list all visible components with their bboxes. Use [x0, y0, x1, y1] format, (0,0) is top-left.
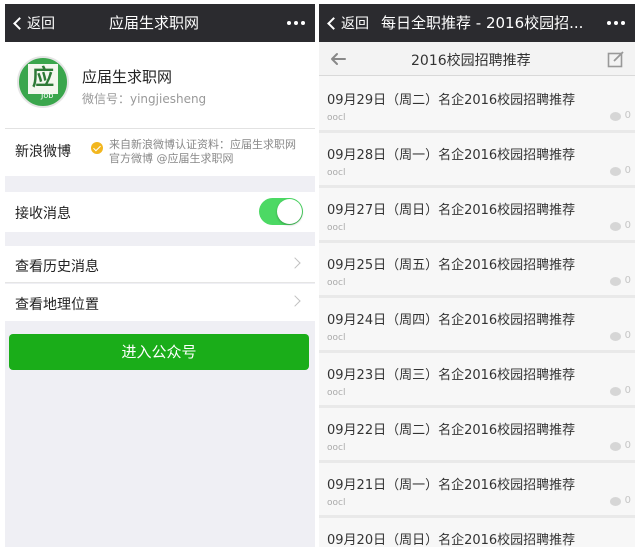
navbar: 返回 每日全职推荐 - 2016校园招...	[319, 4, 635, 42]
chevron-right-icon	[289, 257, 301, 269]
comment-icon	[610, 497, 621, 506]
article-title: 09月22日（周二）名企2016校园招聘推荐	[327, 423, 576, 438]
account-name: 应届生求职网	[82, 68, 173, 86]
article-title: 09月29日（周二）名企2016校园招聘推荐	[327, 93, 576, 108]
page-title: 每日全职推荐 - 2016校园招...	[381, 14, 584, 32]
list-item[interactable]: 09月23日（周三）名企2016校园招聘推荐 oocl 0	[319, 356, 635, 408]
list-item[interactable]: 09月27日（周日）名企2016校园招聘推荐 oocl 0	[319, 191, 635, 243]
article-source: oocl	[327, 498, 346, 508]
toggle-knob	[277, 199, 302, 224]
article-source: oocl	[327, 113, 346, 123]
comment-count: 0	[624, 275, 631, 286]
back-label: 返回	[27, 16, 55, 32]
article-source: oocl	[327, 443, 346, 453]
wechat-id: 微信号：yingjiesheng	[82, 92, 207, 106]
back-button[interactable]: 返回	[11, 4, 55, 42]
back-label: 返回	[341, 16, 369, 32]
comment-count: 0	[624, 385, 631, 396]
list-item[interactable]: 09月25日（周五）名企2016校园招聘推荐 oocl 0	[319, 246, 635, 298]
comment-count: 0	[624, 165, 631, 176]
article-title: 09月20日（周日）名企2016校园招聘推荐	[327, 533, 576, 547]
sub-toolbar: 2016校园招聘推荐	[319, 42, 635, 76]
comment-icon	[610, 332, 621, 341]
page-title: 应届生求职网	[109, 14, 200, 32]
list-item[interactable]: 09月21日（周一）名企2016校园招聘推荐 oocl 0	[319, 466, 635, 518]
weibo-row[interactable]: 新浪微博 来自新浪微博认证资料：应届生求职网官方微博 @应届生求职网	[5, 128, 315, 176]
weibo-description: 来自新浪微博认证资料：应届生求职网官方微博 @应届生求职网	[109, 138, 296, 165]
comment-icon	[610, 167, 621, 176]
weibo-label: 新浪微博	[15, 144, 71, 160]
article-source: oocl	[327, 388, 346, 398]
article-title: 09月25日（周五）名企2016校园招聘推荐	[327, 258, 576, 273]
list-item[interactable]: 09月28日（周一）名企2016校园招聘推荐 oocl 0	[319, 136, 635, 188]
back-arrow-icon[interactable]	[329, 50, 347, 68]
comment-icon	[610, 387, 621, 396]
article-title: 09月23日（周三）名企2016校园招聘推荐	[327, 368, 576, 383]
comment-icon	[610, 442, 621, 451]
list-item[interactable]: 09月24日（周四）名企2016校园招聘推荐 oocl 0	[319, 301, 635, 353]
list-item[interactable]: 09月20日（周日）名企2016校园招聘推荐	[319, 521, 635, 547]
comment-count: 0	[624, 440, 631, 451]
article-source: oocl	[327, 223, 346, 233]
article-title: 09月27日（周日）名企2016校园招聘推荐	[327, 203, 576, 218]
navbar: 返回 应届生求职网	[5, 4, 315, 42]
comment-count: 0	[624, 110, 631, 121]
list-item[interactable]: 09月29日（周二）名企2016校园招聘推荐 oocl 0	[319, 81, 635, 133]
official-account-profile-panel: 返回 应届生求职网 应 Job 应届生求职网 微信号：yingjiesheng …	[5, 4, 315, 547]
section-title: 2016校园招聘推荐	[411, 53, 531, 69]
article-title: 09月21日（周一）名企2016校园招聘推荐	[327, 478, 576, 493]
comment-icon	[610, 112, 621, 121]
comment-count: 0	[624, 330, 631, 341]
view-location-row[interactable]: 查看地理位置	[5, 284, 315, 321]
article-source: oocl	[327, 168, 346, 178]
back-chevron-icon	[13, 16, 26, 30]
comment-icon	[610, 222, 621, 231]
avatar-glyph: 应	[28, 64, 58, 94]
more-dots-icon[interactable]	[287, 21, 305, 25]
avatar-tag: Job	[41, 91, 54, 100]
enter-account-button[interactable]: 进入公众号	[9, 334, 309, 370]
comment-count: 0	[624, 220, 631, 231]
view-history-label: 查看历史消息	[15, 259, 99, 275]
article-source: oocl	[327, 278, 346, 288]
comment-count: 0	[624, 495, 631, 506]
article-title: 09月24日（周四）名企2016校园招聘推荐	[327, 313, 576, 328]
view-location-label: 查看地理位置	[15, 297, 99, 313]
back-chevron-icon	[327, 16, 340, 30]
receive-messages-toggle[interactable]	[259, 198, 303, 225]
more-dots-icon[interactable]	[607, 21, 625, 25]
article-list-panel: 返回 每日全职推荐 - 2016校园招... 2016校园招聘推荐 09月29日…	[319, 4, 635, 547]
comment-icon	[610, 277, 621, 286]
article-title: 09月28日（周一）名企2016校园招聘推荐	[327, 148, 576, 163]
receive-messages-label: 接收消息	[15, 206, 71, 222]
list-item[interactable]: 09月22日（周二）名企2016校园招聘推荐 oocl 0	[319, 411, 635, 463]
verified-icon	[91, 142, 103, 154]
avatar[interactable]: 应 Job	[17, 56, 69, 108]
chevron-right-icon	[289, 295, 301, 307]
compose-icon[interactable]	[607, 50, 625, 68]
back-button[interactable]: 返回	[325, 4, 369, 42]
article-source: oocl	[327, 333, 346, 343]
profile-card: 应 Job 应届生求职网 微信号：yingjiesheng	[5, 42, 315, 128]
view-history-row[interactable]: 查看历史消息	[5, 246, 315, 283]
receive-messages-row: 接收消息	[5, 192, 315, 232]
